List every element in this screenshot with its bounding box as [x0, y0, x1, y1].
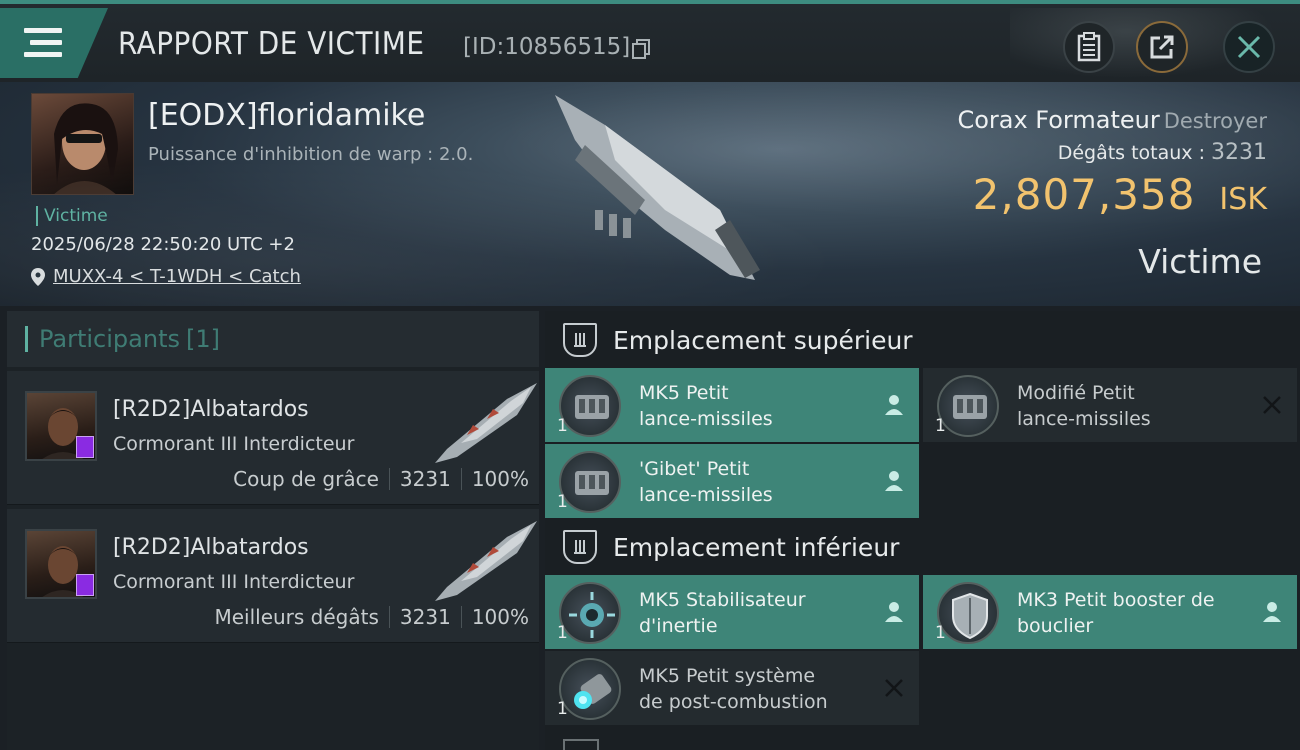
dropped-person-icon — [885, 395, 903, 415]
module-name: 'Gibet' Petit lance-missiles — [639, 458, 773, 506]
afterburner-icon — [559, 658, 621, 720]
participant-ship: Cormorant III Interdicteur — [113, 571, 355, 593]
ship-class: Destroyer — [1163, 109, 1267, 133]
victim-tag: Victime — [36, 206, 108, 226]
module-quantity: 1 — [557, 699, 568, 719]
kill-datetime: 2025/06/28 22:50:20 UTC +2 — [31, 234, 295, 255]
participant-ship-image — [435, 521, 537, 601]
participant-avatar — [25, 529, 97, 599]
participants-label: Participants — [39, 325, 180, 353]
low-slot-icon — [563, 530, 597, 564]
module-quantity: 1 — [557, 623, 568, 643]
participant-damage: 3231 — [399, 605, 451, 629]
stat-divider — [388, 606, 390, 628]
top-bar: RAPPORT DE VICTIME [ID:10856515] — [0, 0, 1300, 86]
participant-stats: Coup de grâce 3231 100% — [233, 467, 529, 491]
share-button[interactable] — [1136, 21, 1188, 73]
clipboard-icon — [1077, 32, 1101, 62]
dropped-person-icon — [1263, 602, 1281, 622]
total-damage-value: 3231 — [1211, 140, 1267, 165]
missile-launcher-icon — [937, 375, 999, 437]
participant-name: [R2D2]Albatardos — [113, 397, 309, 422]
module-name: MK5 Petit système de post-combustion — [639, 665, 828, 713]
clipboard-button[interactable] — [1063, 21, 1115, 73]
victim-hero: [EODX]floridamike Puissance d'inhibition… — [0, 82, 1300, 306]
high-slot-icon — [563, 323, 597, 357]
location-pin-icon — [31, 267, 45, 286]
participants-count: [1] — [185, 325, 220, 353]
total-damage: Dégâts totaux : 3231 — [1058, 140, 1267, 165]
stat-divider — [460, 606, 462, 628]
module-quantity: 1 — [935, 623, 946, 643]
shield-booster-icon — [937, 582, 999, 644]
participant-row[interactable]: [R2D2]Albatardos Cormorant III Interdict… — [7, 509, 539, 643]
module-item[interactable]: 1 Modifié Petit lance-missiles — [923, 368, 1297, 442]
participant-role: Meilleurs dégâts — [214, 605, 379, 629]
page-title: RAPPORT DE VICTIME — [118, 26, 425, 62]
participant-role: Coup de grâce — [233, 467, 379, 491]
isk-unit: ISK — [1219, 182, 1267, 217]
participant-ship: Cormorant III Interdicteur — [113, 433, 355, 455]
dropped-person-icon — [885, 471, 903, 491]
isk-value: 2,807,358 ISK — [973, 170, 1267, 219]
missile-launcher-icon — [559, 375, 621, 437]
module-item[interactable]: 1 MK5 Stabilisateur d'inertie — [545, 575, 919, 649]
participants-header[interactable]: Participants [1] — [7, 311, 539, 367]
victim-ship-image — [555, 95, 760, 280]
total-damage-label: Dégâts totaux : — [1057, 142, 1205, 164]
module-name: MK5 Petit lance-missiles — [639, 382, 773, 430]
corp-badge-icon — [76, 436, 94, 458]
participant-percent: 100% — [471, 467, 529, 491]
high-slot-header: Emplacement supérieur — [545, 311, 1300, 369]
destroyed-x-icon — [1263, 396, 1281, 414]
close-button[interactable] — [1223, 21, 1275, 73]
module-quantity: 1 — [557, 416, 568, 436]
module-item[interactable]: 1 MK3 Petit booster de bouclier — [923, 575, 1297, 649]
participant-name: [R2D2]Albatardos — [113, 535, 309, 560]
ship-name-text: Corax Formateur — [957, 106, 1160, 134]
kill-location[interactable]: MUXX-4 < T-1WDH < Catch — [31, 266, 301, 287]
share-icon — [1150, 35, 1174, 59]
warp-strength: Puissance d'inhibition de warp : 2.0. — [148, 144, 474, 165]
module-item[interactable]: 1 MK5 Petit lance-missiles — [545, 368, 919, 442]
victim-ship-name: Corax Formateur Destroyer — [957, 106, 1267, 134]
module-quantity: 1 — [935, 416, 946, 436]
low-slot-title: Emplacement inférieur — [613, 532, 900, 562]
victim-name: [EODX]floridamike — [148, 98, 426, 133]
high-slot-title: Emplacement supérieur — [613, 325, 913, 355]
participant-stats: Meilleurs dégâts 3231 100% — [214, 605, 529, 629]
fitting-panel: Emplacement supérieur 1 MK5 Petit lance-m… — [545, 311, 1300, 750]
report-id: [ID:10856515] — [463, 34, 631, 60]
stat-divider — [388, 468, 390, 490]
participant-percent: 100% — [471, 605, 529, 629]
low-slot-header: Emplacement inférieur — [545, 518, 1300, 576]
module-name: Modifié Petit lance-missiles — [1017, 382, 1151, 430]
inertial-stabilizer-icon — [559, 582, 621, 644]
module-name: MK3 Petit booster de bouclier — [1017, 589, 1215, 637]
menu-icon — [24, 28, 62, 58]
module-quantity: 1 — [557, 492, 568, 512]
location-link[interactable]: MUXX-4 < T-1WDH < Catch — [53, 266, 301, 287]
copy-icon[interactable] — [632, 39, 650, 59]
stat-divider — [460, 468, 462, 490]
destroyed-x-icon — [885, 679, 903, 697]
victim-portrait[interactable] — [31, 93, 134, 195]
participant-row[interactable]: [R2D2]Albatardos Cormorant III Interdict… — [7, 371, 539, 505]
victim-role-label: Victime — [1138, 242, 1262, 281]
close-icon — [1237, 35, 1261, 59]
menu-button[interactable] — [0, 8, 108, 78]
isk-amount: 2,807,358 — [972, 170, 1196, 219]
dropped-person-icon — [885, 602, 903, 622]
module-item[interactable]: 1 MK5 Petit système de post-combustion — [545, 651, 919, 725]
participants-panel: Participants [1] [R2D2]Albatardos Cormor… — [7, 311, 539, 750]
participant-avatar — [25, 391, 97, 461]
corp-badge-icon — [76, 574, 94, 596]
missile-launcher-icon — [559, 451, 621, 513]
module-item[interactable]: 1 'Gibet' Petit lance-missiles — [545, 444, 919, 518]
participant-damage: 3231 — [399, 467, 451, 491]
participant-ship-image — [435, 383, 537, 463]
next-slot-icon — [563, 739, 599, 750]
module-name: MK5 Stabilisateur d'inertie — [639, 589, 806, 637]
